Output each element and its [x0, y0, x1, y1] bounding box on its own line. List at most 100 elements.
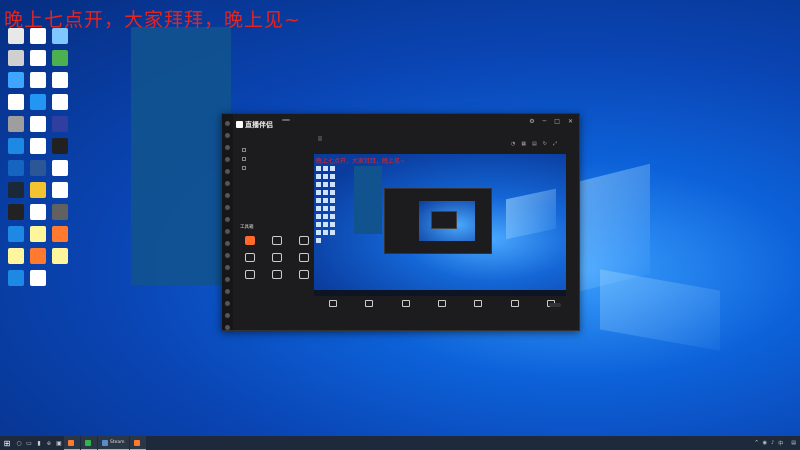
tool-button[interactable] [236, 236, 263, 247]
desktop-icon[interactable] [4, 248, 28, 264]
desktop-icon[interactable] [4, 116, 28, 132]
rail-icon[interactable] [225, 121, 230, 126]
rail-icon[interactable] [225, 313, 230, 318]
desktop-icon[interactable] [48, 50, 72, 66]
minimize-icon[interactable]: ─ [543, 118, 547, 125]
tool-button[interactable] [290, 270, 317, 281]
desktop-icon[interactable] [4, 72, 28, 88]
desktop-icon[interactable] [48, 138, 72, 154]
scene-checkbox-icon[interactable] [242, 157, 246, 161]
desktop-icon[interactable] [4, 94, 28, 110]
desktop-icon[interactable] [26, 270, 50, 286]
rail-icon[interactable] [225, 205, 230, 210]
rail-icon[interactable] [225, 217, 230, 222]
close-icon[interactable]: ✕ [568, 118, 573, 125]
desktop-icon[interactable] [48, 116, 72, 132]
desktop-icon[interactable] [26, 50, 50, 66]
taskbar-task[interactable] [81, 436, 97, 450]
desktop-icon[interactable] [4, 270, 28, 286]
desktop-icon[interactable] [26, 94, 50, 110]
rail-icon[interactable] [225, 193, 230, 198]
notifications-icon[interactable]: ▤ [791, 440, 796, 446]
desktop-icon[interactable] [4, 160, 28, 176]
live-control[interactable] [431, 300, 453, 309]
task-view-icon[interactable]: ▭ [24, 436, 34, 450]
desktop-icon[interactable] [48, 72, 72, 88]
desktop-icon[interactable] [26, 72, 50, 88]
desktop-icon[interactable] [26, 138, 50, 154]
desktop-icon[interactable] [48, 204, 72, 220]
start-live-button[interactable] [549, 303, 561, 307]
tool-button[interactable] [236, 253, 263, 264]
ime-icon[interactable]: 中 [778, 440, 783, 447]
desktop-icon[interactable] [4, 204, 28, 220]
tool-button[interactable] [236, 270, 263, 281]
rail-icon[interactable] [225, 241, 230, 246]
desktop-icon[interactable] [26, 116, 50, 132]
tray-expand-icon[interactable]: ^ [754, 440, 758, 446]
live-control[interactable] [467, 300, 489, 309]
stream-tag[interactable] [318, 136, 322, 141]
desktop-icon[interactable] [26, 204, 50, 220]
rail-icon[interactable] [225, 169, 230, 174]
rail-icon[interactable] [225, 181, 230, 186]
refresh-icon[interactable]: ↻ [543, 141, 547, 147]
desktop-icon[interactable] [26, 182, 50, 198]
tool-button[interactable] [263, 253, 290, 264]
edge-icon[interactable]: e [44, 436, 54, 450]
desktop-icon[interactable] [4, 138, 28, 154]
live-control[interactable] [395, 300, 417, 309]
rail-icon[interactable] [225, 289, 230, 294]
desktop-icon[interactable] [48, 94, 72, 110]
desktop-icon[interactable] [48, 160, 72, 176]
search-icon[interactable]: ○ [14, 436, 24, 450]
taskbar-task[interactable] [64, 436, 80, 450]
live-control[interactable] [358, 300, 380, 309]
scene-checkbox-icon[interactable] [242, 148, 246, 152]
live-control[interactable] [322, 300, 344, 309]
bell-icon[interactable]: ◔ [511, 141, 515, 147]
tool-button[interactable] [263, 270, 290, 281]
desktop-icon[interactable] [48, 248, 72, 264]
desktop-icon[interactable] [26, 226, 50, 242]
stream-preview[interactable]: 晚上七点开，大家拜拜，晚上见~ [314, 154, 566, 296]
scene-row[interactable] [242, 147, 249, 156]
scene-row[interactable] [242, 156, 249, 165]
rail-icon[interactable] [225, 229, 230, 234]
volume-icon[interactable]: ♪ [771, 440, 774, 446]
maximize-icon[interactable]: □ [554, 118, 560, 125]
layout-icon[interactable]: ▤ [532, 141, 537, 147]
tool-button[interactable] [290, 236, 317, 247]
desktop-icon[interactable] [26, 248, 50, 264]
live-companion-window[interactable]: 直播伴侣 ⚙ ─ □ ✕ 工具箱 ◔ ▦ ▤ ↻ ⤢ 晚上七点开，大家拜拜，晚上… [221, 113, 580, 331]
rail-icon[interactable] [225, 325, 230, 330]
tool-button[interactable] [290, 253, 317, 264]
rail-icon[interactable] [225, 265, 230, 270]
start-button[interactable]: ⊞ [0, 436, 14, 450]
desktop-icon[interactable] [4, 226, 28, 242]
rail-icon[interactable] [225, 277, 230, 282]
desktop-icon[interactable] [48, 182, 72, 198]
taskbar-task[interactable]: Steam [98, 436, 129, 450]
desktop-icon[interactable] [4, 182, 28, 198]
grid-icon[interactable]: ▦ [521, 141, 526, 147]
taskbar-task[interactable] [129, 436, 146, 450]
desktop-icon[interactable] [26, 160, 50, 176]
settings-icon[interactable]: ⚙ [529, 118, 534, 125]
rail-icon[interactable] [225, 301, 230, 306]
desktop-icon[interactable] [4, 50, 28, 66]
live-control[interactable] [504, 300, 526, 309]
tool-button[interactable] [263, 236, 290, 247]
network-icon[interactable]: ◉ [763, 440, 767, 446]
rail-icon[interactable] [225, 145, 230, 150]
scene-row[interactable] [242, 165, 249, 174]
rail-icon[interactable] [225, 133, 230, 138]
scene-checkbox-icon[interactable] [242, 166, 246, 170]
rail-icon[interactable] [225, 253, 230, 258]
store-icon[interactable]: ▣ [54, 436, 64, 450]
file-explorer-icon[interactable]: ▮ [34, 436, 44, 450]
rail-icon[interactable] [225, 157, 230, 162]
fullscreen-icon[interactable]: ⤢ [553, 141, 557, 147]
desktop-icon[interactable] [48, 226, 72, 242]
stream-title[interactable] [318, 136, 322, 141]
